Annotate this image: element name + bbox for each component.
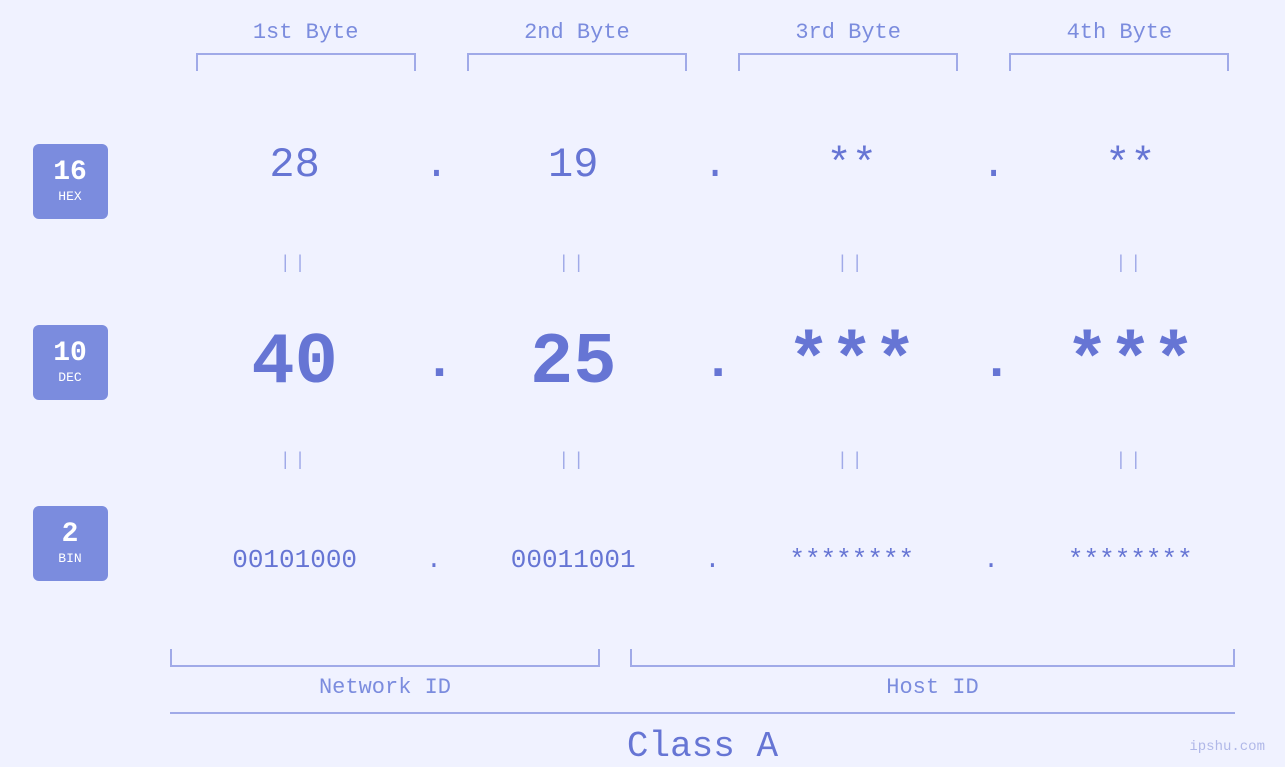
byte-headers: 1st Byte 2nd Byte 3rd Byte 4th Byte: [140, 20, 1285, 45]
dec-dot1: .: [424, 333, 444, 392]
host-id-label: Host ID: [630, 675, 1235, 700]
eq2-b2: ||: [453, 451, 693, 471]
bin-dot1: .: [424, 545, 444, 575]
bin-row: 00101000 . 00011001 . ******** . *******…: [140, 476, 1285, 644]
class-a-label: Class A: [627, 726, 778, 767]
bracket-4: [1009, 53, 1229, 71]
dec-b2-cell: 25: [453, 322, 693, 404]
bin-label: 2 BIN: [33, 506, 108, 581]
dec-b2-value: 25: [530, 322, 616, 404]
bin-b4-cell: ********: [1010, 545, 1250, 575]
eq1-b4: ||: [1010, 254, 1250, 274]
byte4-header: 4th Byte: [999, 20, 1239, 45]
hex-b1-value: 28: [269, 141, 319, 189]
dec-b3-value: ***: [787, 322, 917, 404]
content-grid: 28 . 19 . ** . ** || ||: [140, 81, 1285, 644]
dec-b3-cell: ***: [732, 322, 972, 404]
hex-dot3: .: [981, 141, 1001, 189]
hex-b1-cell: 28: [175, 141, 415, 189]
network-bracket: [170, 649, 600, 667]
bin-b3-value: ********: [789, 545, 914, 575]
bracket-3: [738, 53, 958, 71]
hex-label: 16 HEX: [33, 144, 108, 219]
top-brackets: [140, 53, 1285, 71]
dec-b1-value: 40: [251, 322, 337, 404]
class-line: [170, 712, 1235, 714]
dec-dot3: .: [981, 333, 1001, 392]
bin-dot3: .: [981, 545, 1001, 575]
hex-b3-cell: **: [732, 141, 972, 189]
hex-b2-value: 19: [548, 141, 598, 189]
network-id-label: Network ID: [170, 675, 600, 700]
dec-label: 10 DEC: [33, 325, 108, 400]
class-label-row: Class A: [170, 726, 1235, 767]
dec-b1-cell: 40: [175, 322, 415, 404]
hex-dot2: .: [702, 141, 722, 189]
labels-column: 16 HEX 10 DEC 2 BIN: [0, 81, 140, 644]
watermark: ipshu.com: [1189, 739, 1265, 755]
bin-b3-cell: ********: [732, 545, 972, 575]
hex-row: 28 . 19 . ** . **: [140, 81, 1285, 249]
bin-b2-value: 00011001: [511, 545, 636, 575]
eq1-b1: ||: [175, 254, 415, 274]
bracket-2: [467, 53, 687, 71]
hex-dot1: .: [424, 141, 444, 189]
eq2-b4: ||: [1010, 451, 1250, 471]
bottom-labels-row: Network ID Host ID: [170, 675, 1235, 700]
rows-area: 16 HEX 10 DEC 2 BIN 28 . 19: [0, 81, 1285, 644]
class-section: Class A: [0, 700, 1285, 767]
hex-b4-cell: **: [1010, 141, 1250, 189]
bin-b2-cell: 00011001: [453, 545, 693, 575]
main-container: 1st Byte 2nd Byte 3rd Byte 4th Byte 16 H…: [0, 0, 1285, 767]
equals-row-2: || || || ||: [140, 446, 1285, 476]
bin-dot2: .: [702, 545, 722, 575]
hex-b3-value: **: [827, 141, 877, 189]
hex-b2-cell: 19: [453, 141, 693, 189]
eq1-b2: ||: [453, 254, 693, 274]
bracket-1: [196, 53, 416, 71]
bottom-brackets-row: [170, 649, 1235, 667]
equals-row-1: || || || ||: [140, 249, 1285, 279]
eq1-b3: ||: [732, 254, 972, 274]
bin-b1-cell: 00101000: [175, 545, 415, 575]
dec-row: 40 . 25 . *** . ***: [140, 279, 1285, 447]
host-bracket: [630, 649, 1235, 667]
bin-b1-value: 00101000: [232, 545, 357, 575]
eq2-b3: ||: [732, 451, 972, 471]
byte2-header: 2nd Byte: [457, 20, 697, 45]
byte3-header: 3rd Byte: [728, 20, 968, 45]
dec-dot2: .: [702, 333, 722, 392]
dec-b4-cell: ***: [1010, 322, 1250, 404]
byte1-header: 1st Byte: [186, 20, 426, 45]
dec-b4-value: ***: [1066, 322, 1196, 404]
bin-b4-value: ********: [1068, 545, 1193, 575]
bottom-section: Network ID Host ID: [0, 644, 1285, 700]
eq2-b1: ||: [175, 451, 415, 471]
hex-b4-value: **: [1105, 141, 1155, 189]
